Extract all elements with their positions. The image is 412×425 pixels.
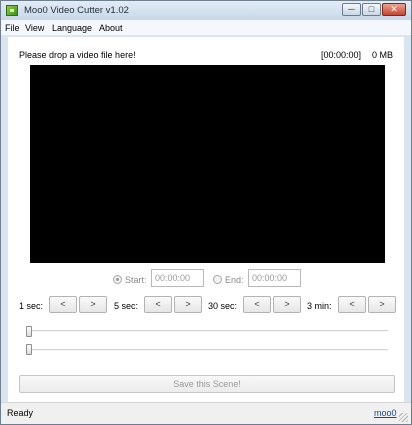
menu-about[interactable]: About bbox=[99, 23, 123, 33]
drop-hint: Please drop a video file here! bbox=[19, 50, 136, 60]
menu-bar: File View Language About bbox=[1, 20, 411, 36]
start-position-slider[interactable] bbox=[28, 330, 388, 332]
time-readout: [00:00:00] bbox=[321, 50, 362, 60]
seek-1sec-label: 1 sec: bbox=[19, 301, 44, 311]
seek-30sec-back-button[interactable]: < bbox=[243, 296, 271, 313]
app-window: Moo0 Video Cutter v1.02 ─ □ ✕ File View … bbox=[0, 0, 412, 425]
window-title: Moo0 Video Cutter v1.02 bbox=[24, 5, 129, 16]
title-bar[interactable]: Moo0 Video Cutter v1.02 ─ □ ✕ bbox=[1, 1, 411, 20]
main-panel: Please drop a video file here! [00:00:00… bbox=[8, 37, 404, 402]
end-slider-thumb[interactable] bbox=[26, 344, 32, 355]
video-drop-area[interactable] bbox=[30, 65, 385, 263]
menu-language[interactable]: Language bbox=[52, 23, 92, 33]
app-logo-icon bbox=[6, 5, 18, 16]
save-scene-button[interactable]: Save this Scene! bbox=[19, 375, 395, 393]
start-radio[interactable] bbox=[113, 275, 122, 284]
menu-file[interactable]: File bbox=[5, 23, 20, 33]
seek-30sec-label: 30 sec: bbox=[208, 301, 238, 311]
seek-3min-forward-button[interactable]: > bbox=[368, 296, 396, 313]
maximize-button[interactable]: □ bbox=[362, 3, 381, 16]
start-slider-thumb[interactable] bbox=[26, 326, 32, 337]
end-time-input[interactable] bbox=[248, 269, 301, 287]
status-bar: Ready moo0 bbox=[1, 402, 411, 424]
size-readout: 0 MB bbox=[372, 50, 394, 60]
seek-5sec-label: 5 sec: bbox=[114, 301, 139, 311]
status-text: Ready bbox=[7, 408, 34, 418]
menu-view[interactable]: View bbox=[25, 23, 44, 33]
moo0-link[interactable]: moo0 bbox=[374, 408, 397, 418]
seek-3min-back-button[interactable]: < bbox=[338, 296, 366, 313]
resize-grip-icon[interactable] bbox=[399, 413, 408, 422]
end-label: End: bbox=[225, 275, 244, 285]
end-radio[interactable] bbox=[213, 275, 222, 284]
seek-30sec-forward-button[interactable]: > bbox=[273, 296, 301, 313]
seek-5sec-back-button[interactable]: < bbox=[144, 296, 172, 313]
seek-1sec-forward-button[interactable]: > bbox=[79, 296, 107, 313]
minimize-button[interactable]: ─ bbox=[342, 3, 361, 16]
start-time-input[interactable] bbox=[151, 269, 204, 287]
end-position-slider[interactable] bbox=[28, 349, 388, 351]
seek-3min-label: 3 min: bbox=[307, 301, 332, 311]
start-label: Start: bbox=[125, 275, 147, 285]
close-button[interactable]: ✕ bbox=[382, 3, 406, 16]
seek-1sec-back-button[interactable]: < bbox=[49, 296, 77, 313]
seek-5sec-forward-button[interactable]: > bbox=[174, 296, 202, 313]
